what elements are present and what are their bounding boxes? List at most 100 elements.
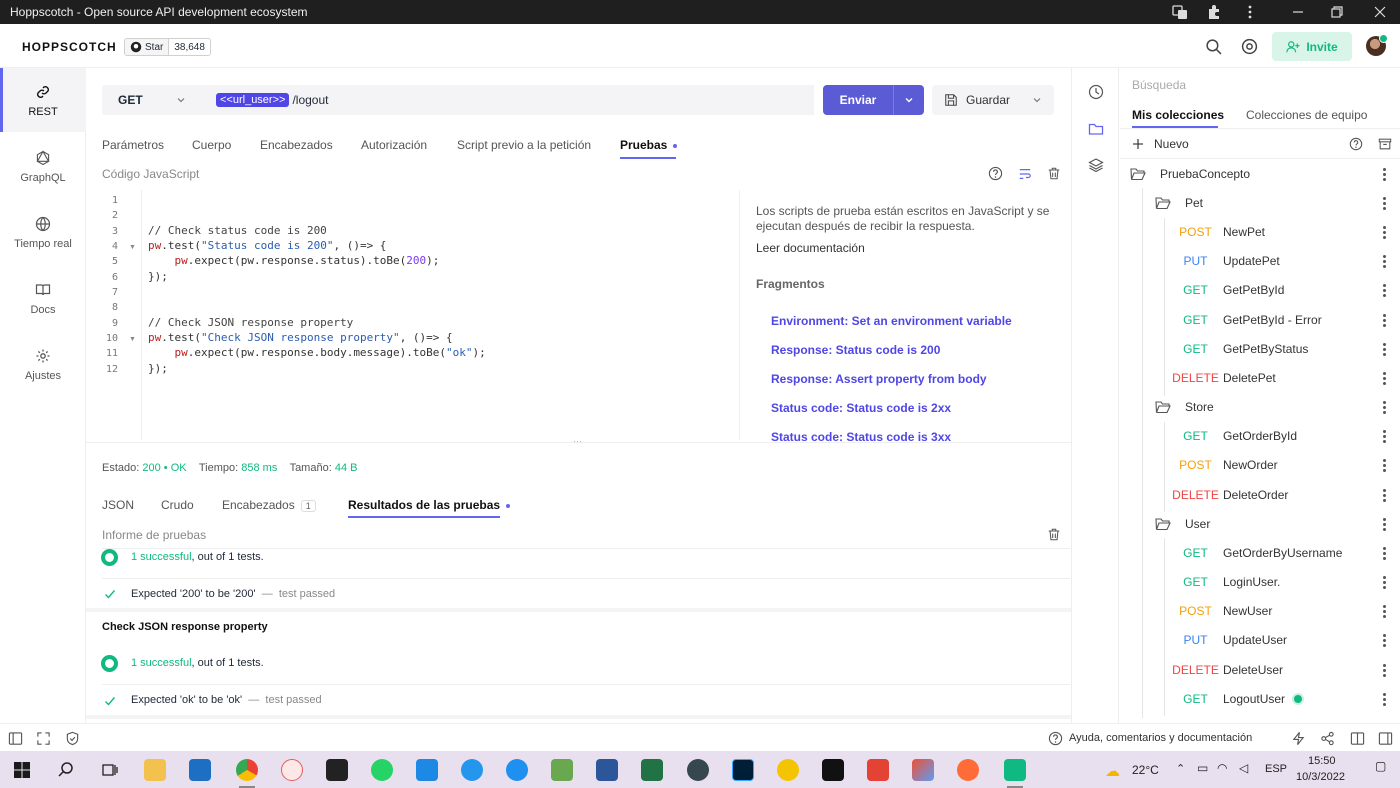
clock-date[interactable]: 10/3/2022 [1296, 771, 1345, 783]
tab-my-collections[interactable]: Mis colecciones [1132, 108, 1224, 122]
photoshop-icon[interactable] [732, 759, 754, 781]
folder-item[interactable]: Pet [1155, 193, 1203, 213]
collections-search-input[interactable]: Búsqueda [1132, 78, 1186, 92]
weather-icon[interactable]: ☁ [1105, 762, 1120, 780]
help-icon[interactable] [1349, 137, 1363, 151]
request-item[interactable]: GET LogoutUser [1168, 689, 1303, 709]
more-vertical-icon[interactable] [1383, 400, 1387, 414]
tab-tests[interactable]: Pruebas [620, 138, 678, 152]
nav-item-graphql[interactable]: GraphQL [0, 134, 86, 198]
request-item[interactable]: POST NewUser [1168, 601, 1272, 621]
share-icon[interactable] [1320, 731, 1335, 746]
minecraft-icon[interactable] [551, 759, 573, 781]
intellij-icon[interactable] [822, 759, 844, 781]
response-tab-json[interactable]: JSON [102, 498, 134, 512]
nav-item-rest[interactable]: REST [0, 68, 86, 132]
more-vertical-icon[interactable] [1383, 575, 1387, 589]
layers-icon[interactable] [1088, 157, 1104, 173]
fullscreen-icon[interactable] [36, 731, 51, 746]
postman-icon[interactable] [506, 759, 528, 781]
search-icon[interactable] [1205, 38, 1222, 55]
notifications-icon[interactable]: ▢ [1375, 759, 1386, 773]
response-tab-test-results[interactable]: Resultados de las pruebas [348, 498, 511, 512]
docker-icon[interactable] [461, 759, 483, 781]
more-vertical-icon[interactable] [1242, 4, 1258, 20]
fold-arrow-icon[interactable]: ▼ [129, 336, 136, 343]
archive-icon[interactable] [1378, 137, 1392, 151]
file-explorer-icon[interactable] [144, 759, 166, 781]
more-vertical-icon[interactable] [1383, 313, 1387, 327]
language-indicator[interactable]: ESP [1265, 763, 1287, 775]
chrome-icon[interactable] [236, 759, 258, 788]
snippet-item[interactable]: Response: Status code is 200 [771, 343, 940, 357]
trash-icon[interactable] [1047, 166, 1061, 181]
request-item[interactable]: POST NewPet [1168, 222, 1265, 242]
wifi-icon[interactable]: ◠ [1217, 761, 1227, 775]
more-vertical-icon[interactable] [1383, 225, 1387, 239]
translate-icon[interactable] [1172, 4, 1188, 20]
postman-orange-icon[interactable] [957, 759, 979, 781]
more-vertical-icon[interactable] [1383, 254, 1387, 268]
split-layout-icon[interactable] [1350, 731, 1365, 746]
snippet-item[interactable]: Status code: Status code is 2xx [771, 401, 951, 415]
help-feedback-docs-link[interactable]: Ayuda, comentarios y documentación [1069, 732, 1252, 744]
windows-start-icon[interactable] [11, 759, 33, 781]
request-item[interactable]: DELETE DeletePet [1168, 368, 1276, 388]
restore-icon[interactable] [1329, 4, 1345, 20]
more-vertical-icon[interactable] [1383, 546, 1387, 560]
more-vertical-icon[interactable] [1383, 692, 1387, 706]
extensions-icon[interactable] [1206, 4, 1222, 20]
more-vertical-icon[interactable] [1383, 488, 1387, 502]
wrap-lines-icon[interactable] [1018, 167, 1032, 181]
send-options-toggle[interactable] [893, 85, 924, 115]
folder-item[interactable]: Store [1155, 397, 1214, 417]
request-item[interactable]: GET GetPetByStatus [1168, 339, 1308, 359]
method-select[interactable]: GET [102, 85, 198, 115]
search-icon[interactable] [55, 759, 77, 781]
more-vertical-icon[interactable] [1383, 429, 1387, 443]
snippet-item[interactable]: Response: Assert property from body [771, 372, 987, 386]
request-item[interactable]: GET GetPetById - Error [1168, 310, 1322, 330]
request-item[interactable]: GET GetOrderByUsername [1168, 543, 1342, 563]
snippet-item[interactable]: Environment: Set an environment variable [771, 314, 1012, 328]
more-vertical-icon[interactable] [1383, 663, 1387, 677]
vscode-icon[interactable] [416, 759, 438, 781]
clock-time[interactable]: 15:50 [1308, 755, 1336, 767]
new-collection-button[interactable]: Nuevo [1132, 134, 1189, 154]
response-tab-headers[interactable]: Encabezados 1 [222, 498, 316, 512]
send-button[interactable]: Enviar [823, 85, 924, 115]
excel-icon[interactable] [641, 759, 663, 781]
request-item[interactable]: DELETE DeleteOrder [1168, 485, 1288, 505]
hoppscotch-icon[interactable] [1004, 759, 1026, 788]
trash-icon[interactable] [1047, 527, 1061, 542]
weather-temp[interactable]: 22°C [1132, 763, 1159, 777]
invite-button[interactable]: Invite [1272, 32, 1352, 61]
shield-icon[interactable] [65, 731, 80, 746]
request-item[interactable]: POST NewOrder [1168, 455, 1278, 475]
tab-team-collections[interactable]: Colecciones de equipo [1246, 108, 1367, 122]
tab-authorization[interactable]: Autorización [361, 138, 427, 152]
help-icon[interactable] [1048, 731, 1063, 746]
task-view-icon[interactable] [99, 759, 121, 781]
read-docs-link[interactable]: Leer documentación [756, 241, 865, 255]
tab-pre-request-script[interactable]: Script previo a la petición [457, 138, 591, 152]
collection-item[interactable]: PruebaConcepto [1130, 164, 1250, 184]
lightning-icon[interactable] [1291, 731, 1306, 746]
more-vertical-icon[interactable] [1383, 517, 1387, 531]
more-vertical-icon[interactable] [1383, 371, 1387, 385]
tab-headers[interactable]: Encabezados [260, 138, 333, 152]
nav-item-settings[interactable]: Ajustes [0, 332, 86, 396]
minimize-icon[interactable] [1290, 4, 1306, 20]
save-button[interactable]: Guardar [932, 85, 1054, 115]
request-item[interactable]: GET LoginUser. [1168, 572, 1280, 592]
tab-parameters[interactable]: Parámetros [102, 138, 164, 152]
volume-icon[interactable]: ◁ [1239, 761, 1248, 775]
more-vertical-icon[interactable] [1383, 342, 1387, 356]
tray-device-icon[interactable]: ▭ [1197, 761, 1208, 775]
help-icon[interactable] [988, 166, 1003, 181]
whatsapp-icon[interactable] [371, 759, 393, 781]
settings-app-icon[interactable] [777, 759, 799, 781]
response-tab-raw[interactable]: Crudo [161, 498, 194, 512]
url-input[interactable]: <<url_user>> /logout [198, 85, 814, 115]
nav-item-docs[interactable]: Docs [0, 266, 86, 330]
